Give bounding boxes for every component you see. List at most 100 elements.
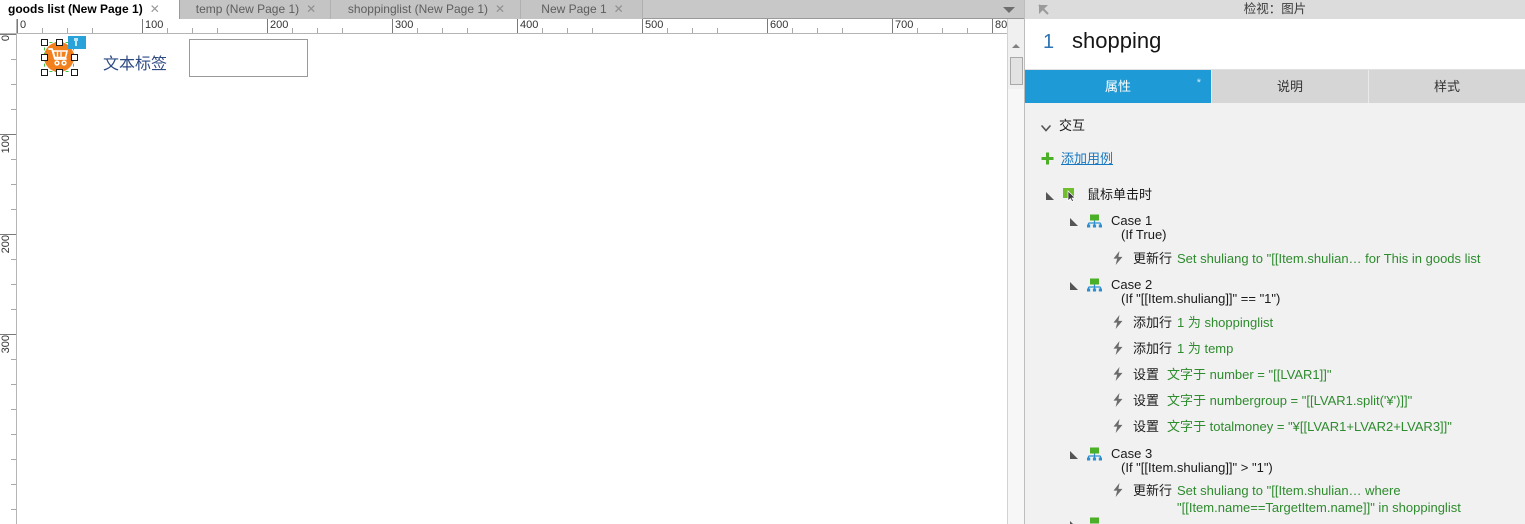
action-detail: 1 为 shoppinglist <box>1177 315 1274 330</box>
event-label: 鼠标单击时 <box>1087 187 1153 202</box>
tab-label: shoppinglist (New Page 1) <box>347 2 488 16</box>
scroll-track[interactable] <box>1008 89 1024 524</box>
resize-handle-se[interactable] <box>71 69 78 76</box>
resize-handle-nw[interactable] <box>41 39 48 46</box>
action-bolt-icon <box>1113 367 1123 381</box>
action-row[interactable]: 更新行 Set shuliang to "[[Item.shulian… whe… <box>1025 482 1525 516</box>
action-detail-line2: "[[Item.name==TargetItem.name]]" in shop… <box>1177 500 1461 515</box>
ruler-tick-label: 200 <box>270 19 289 31</box>
action-row[interactable]: 设置 文字于 numbergroup = "[[LVAR1.split('¥')… <box>1025 392 1525 410</box>
scroll-thumb[interactable] <box>1010 57 1023 85</box>
scroll-up-button[interactable] <box>1008 38 1024 54</box>
tab-label: 属性 <box>1104 79 1131 94</box>
chevron-up-icon <box>1012 44 1020 48</box>
add-case-link[interactable]: 添加用例 <box>1061 150 1113 168</box>
action-detail: 文字于 number = "[[LVAR1]]" <box>1167 367 1332 382</box>
ruler-tick-label: 500 <box>645 19 664 31</box>
chevron-down-icon <box>1003 6 1015 13</box>
rectangle-widget[interactable] <box>189 39 308 77</box>
widget-name-bar: 1 shopping <box>1025 19 1525 70</box>
event-row-click[interactable]: 鼠标单击时 <box>1025 186 1525 204</box>
disclosure-triangle-icon[interactable] <box>1045 191 1055 201</box>
page-tab-strip: goods list (New Page 1) ✕ temp (New Page… <box>0 0 1024 19</box>
ruler-corner <box>0 19 17 34</box>
horizontal-ruler: 0 100 200 300 400 500 600 700 80 <box>17 19 1007 34</box>
resize-handle-sw[interactable] <box>41 69 48 76</box>
case-branch-icon <box>1090 517 1099 524</box>
action-bolt-icon <box>1113 419 1123 433</box>
case-condition: (If "[[Item.shuliang]]" == "1") <box>1121 291 1281 306</box>
case-condition: (If True) <box>1121 227 1167 242</box>
section-label: 交互 <box>1059 118 1086 133</box>
close-icon[interactable]: ✕ <box>614 0 624 19</box>
action-row[interactable]: 添加行 1 为 temp <box>1025 340 1525 358</box>
disclosure-triangle-icon[interactable] <box>1069 450 1079 460</box>
tab-new-page-1[interactable]: New Page 1 ✕ <box>521 0 643 19</box>
tab-temp[interactable]: temp (New Page 1) ✕ <box>180 0 331 19</box>
action-row[interactable]: 添加行 1 为 shoppinglist <box>1025 314 1525 332</box>
ruler-tick-label: 100 <box>0 135 12 154</box>
action-bolt-icon <box>1113 393 1123 407</box>
vertical-ruler: 0 100 200 300 <box>0 34 17 524</box>
chevron-down-icon <box>1041 125 1051 132</box>
case-branch-icon <box>1087 278 1102 292</box>
tab-label: New Page 1 <box>541 2 607 16</box>
widget-name-input[interactable]: shopping <box>1072 28 1161 54</box>
action-row[interactable]: 设置 文字于 totalmoney = "¥[[LVAR1+LVAR2+LVAR… <box>1025 418 1525 436</box>
action-row[interactable]: 更新行 Set shuliang to "[[Item.shulian… for… <box>1025 250 1525 268</box>
page-editor: goods list (New Page 1) ✕ temp (New Page… <box>0 0 1024 524</box>
tab-properties[interactable]: 属性 * <box>1025 70 1211 103</box>
interaction-badge[interactable] <box>68 36 86 49</box>
widget-number: 1 <box>1043 31 1055 53</box>
close-icon[interactable]: ✕ <box>306 0 316 19</box>
plus-icon <box>1041 152 1054 165</box>
ruler-tick-label: 700 <box>895 19 914 31</box>
tab-overflow-button[interactable] <box>1000 0 1018 19</box>
case-row-partial[interactable] <box>1025 517 1525 524</box>
inspector-panel: 检视：图片 1 shopping 属性 * 说明 样式 交互 添加用例 鼠标单击… <box>1024 0 1525 524</box>
canvas-vertical-scrollbar[interactable] <box>1007 19 1024 524</box>
design-canvas[interactable]: 文本标签 <box>17 34 1007 524</box>
action-verb: 更新行 <box>1133 483 1173 498</box>
section-interactions[interactable]: 交互 <box>1025 117 1525 135</box>
tab-goods-list[interactable]: goods list (New Page 1) ✕ <box>0 0 180 19</box>
add-case-row[interactable]: 添加用例 <box>1025 150 1525 168</box>
inspector-tabs: 属性 * 说明 样式 <box>1025 70 1525 103</box>
close-icon[interactable]: ✕ <box>150 0 160 19</box>
tab-notes[interactable]: 说明 <box>1211 70 1368 103</box>
modified-indicator: * <box>1196 77 1201 89</box>
disclosure-triangle-icon[interactable] <box>1069 520 1079 524</box>
action-detail: 文字于 totalmoney = "¥[[LVAR1+LVAR2+LVAR3]]… <box>1167 419 1452 434</box>
action-verb: 设置 <box>1133 367 1160 382</box>
ruler-tick-label: 300 <box>395 19 414 31</box>
disclosure-triangle-icon[interactable] <box>1069 281 1079 291</box>
interactions-tree[interactable]: 交互 添加用例 鼠标单击时 Case 1 (If True) 更新行 Set s… <box>1025 103 1525 524</box>
case-row-3[interactable]: Case 3 (If "[[Item.shuliang]]" > "1") <box>1025 445 1525 475</box>
resize-handle-s[interactable] <box>56 69 63 76</box>
resize-handle-w[interactable] <box>41 54 48 61</box>
tab-shoppinglist[interactable]: shoppinglist (New Page 1) ✕ <box>331 0 521 19</box>
action-detail: Set shuliang to "[[Item.shulian… for Thi… <box>1177 251 1481 266</box>
ruler-tick-label: 200 <box>0 235 12 254</box>
inspector-header: 检视：图片 <box>1025 0 1525 19</box>
tab-label: 样式 <box>1433 79 1460 94</box>
disclosure-triangle-icon[interactable] <box>1069 217 1079 227</box>
action-verb: 设置 <box>1133 393 1160 408</box>
case-row-1[interactable]: Case 1 (If True) <box>1025 212 1525 242</box>
close-icon[interactable]: ✕ <box>495 0 505 19</box>
mouse-click-icon <box>1063 188 1076 202</box>
action-bolt-icon <box>1113 315 1123 329</box>
tab-style[interactable]: 样式 <box>1368 70 1525 103</box>
case-row-2[interactable]: Case 2 (If "[[Item.shuliang]]" == "1") <box>1025 276 1525 306</box>
case-condition: (If "[[Item.shuliang]]" > "1") <box>1121 460 1273 475</box>
action-row[interactable]: 设置 文字于 number = "[[LVAR1]]" <box>1025 366 1525 384</box>
resize-handle-n[interactable] <box>56 39 63 46</box>
resize-handle-e[interactable] <box>71 54 78 61</box>
shopping-cart-widget[interactable] <box>38 36 86 78</box>
ruler-tick-label: 80 <box>995 19 1007 31</box>
ruler-tick-label: 600 <box>770 19 789 31</box>
apphome: goods list (New Page 1) ✕ temp (New Page… <box>0 0 1525 524</box>
ruler-tick-label: 100 <box>145 19 164 31</box>
text-label-widget[interactable]: 文本标签 <box>103 50 167 74</box>
action-bolt-icon <box>1113 251 1123 265</box>
